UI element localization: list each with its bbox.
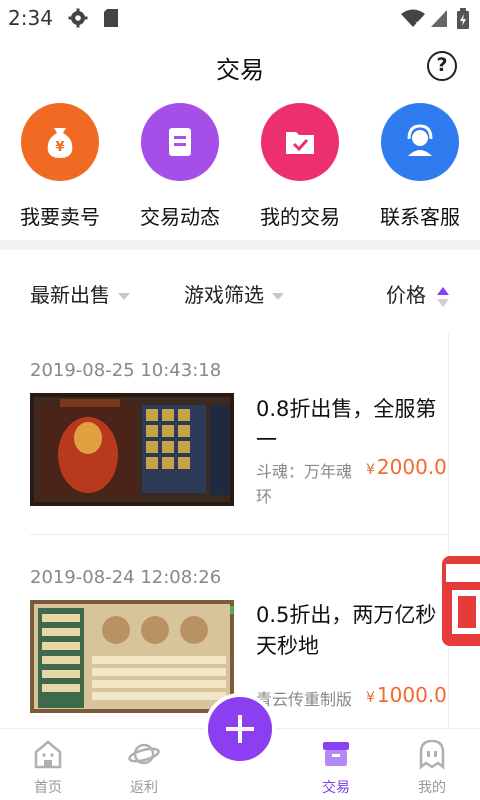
price-value: 1000.0 — [376, 683, 447, 707]
trade-news-label: 交易动态 — [140, 205, 220, 229]
tab-trade[interactable]: 交易 — [288, 729, 384, 800]
contact-support-button[interactable]: 联系客服 — [360, 100, 480, 240]
listing-title-line2: 天秒地 — [256, 634, 319, 658]
contact-support-label: 联系客服 — [380, 205, 460, 229]
quick-actions: ¥ 我要卖号 交易动态 我的交易 联系客服 — [0, 100, 480, 240]
tab-home[interactable]: 首页 — [0, 729, 96, 800]
listing-list: 2019-08-25 10:43:18 0.8折出售，全服第 一 斗魂：万年魂 … — [0, 332, 448, 732]
listing-date: 2019-08-24 12:08:26 — [30, 567, 222, 588]
sell-account-button[interactable]: ¥ 我要卖号 — [0, 100, 120, 240]
price-symbol: ¥ — [366, 462, 375, 478]
help-button[interactable]: ? — [427, 51, 457, 81]
trade-box-icon — [323, 742, 349, 766]
tab-mine-label: 我的 — [418, 780, 446, 796]
page-title: 交易 — [216, 56, 264, 84]
plus-icon — [226, 715, 254, 743]
filter-game-label: 游戏筛选 — [184, 283, 264, 307]
scroll-gutter — [448, 332, 480, 732]
wifi-icon: x — [400, 8, 426, 32]
my-trades-label: 我的交易 — [260, 205, 340, 229]
list-item[interactable]: 2019-08-25 10:43:18 0.8折出售，全服第 一 斗魂：万年魂 … — [0, 332, 448, 535]
tab-mine[interactable]: 我的 — [384, 729, 480, 800]
money-bag-icon: ¥ — [21, 103, 99, 181]
tab-rebate-label: 返利 — [130, 780, 158, 796]
listing-date: 2019-08-25 10:43:18 — [30, 360, 222, 381]
listing-title: 0.8折出售，全服第 一 — [256, 394, 448, 456]
listing-thumbnail — [30, 393, 234, 506]
filter-price-label: 价格 — [386, 283, 426, 307]
trade-news-button[interactable]: 交易动态 — [120, 100, 240, 240]
tab-home-label: 首页 — [34, 780, 62, 796]
listing-price: ¥1000.0 — [366, 683, 447, 707]
price-symbol: ¥ — [366, 690, 375, 706]
chevron-down-icon — [118, 293, 130, 300]
planet-icon — [128, 743, 160, 765]
settings-gear-icon — [68, 8, 88, 32]
tab-rebate[interactable]: 返利 — [96, 729, 192, 800]
home-icon — [34, 740, 62, 769]
listing-thumbnail — [30, 600, 234, 713]
filter-latest[interactable]: 最新出售 — [30, 279, 130, 308]
filter-price[interactable]: 价格 — [386, 279, 450, 308]
battery-icon — [456, 8, 470, 34]
sell-account-label: 我要卖号 — [20, 205, 100, 229]
signal-icon — [430, 8, 448, 32]
floating-promo-badge[interactable] — [442, 556, 480, 646]
listing-game-wrap: 环 — [256, 487, 273, 506]
status-time: 2:34 — [8, 6, 53, 30]
filter-game[interactable]: 游戏筛选 — [184, 279, 284, 308]
status-bar: 2:34 x — [0, 0, 480, 36]
svg-text:x: x — [415, 19, 420, 28]
price-value: 2000.0 — [376, 455, 447, 479]
svg-text:¥: ¥ — [55, 140, 64, 155]
listing-title-line1: 0.5折出，两万亿秒 — [256, 603, 437, 627]
chevron-down-icon — [272, 293, 284, 300]
document-icon — [141, 103, 219, 181]
headset-icon — [381, 103, 459, 181]
row-separator — [30, 534, 448, 535]
sd-card-icon — [102, 8, 120, 32]
my-trades-button[interactable]: 我的交易 — [240, 100, 360, 240]
app-header: 交易 ? — [0, 36, 480, 98]
listing-title: 0.5折出，两万亿秒 天秒地 — [256, 600, 448, 662]
listing-game: 斗魂：万年魂 — [256, 462, 353, 481]
folder-check-icon — [261, 103, 339, 181]
add-listing-button[interactable] — [204, 693, 276, 765]
filter-latest-label: 最新出售 — [30, 283, 110, 307]
listing-title-line1: 0.8折出售，全服第 — [256, 397, 437, 421]
listing-price: ¥2000.0 — [366, 455, 447, 479]
section-divider — [0, 240, 480, 250]
filter-bar: 最新出售 游戏筛选 价格 — [0, 250, 480, 332]
tab-trade-label: 交易 — [322, 780, 350, 796]
sort-icon — [437, 286, 450, 307]
ghost-icon — [419, 739, 445, 770]
listing-title-line2: 一 — [256, 428, 277, 452]
